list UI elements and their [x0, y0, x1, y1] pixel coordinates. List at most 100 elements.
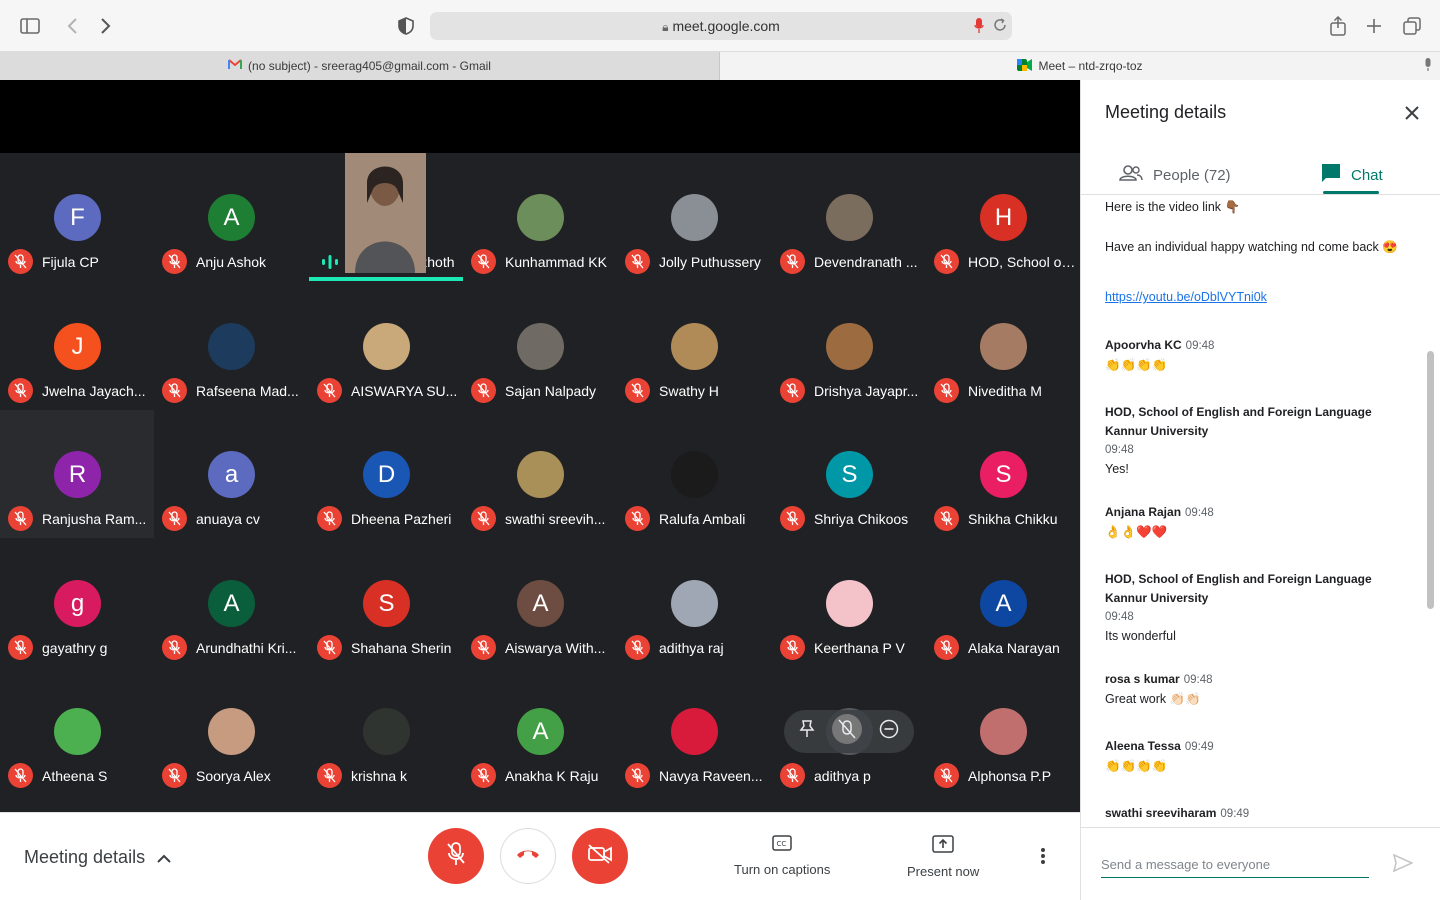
tab-overview-icon[interactable] — [1398, 12, 1426, 40]
participant-tile[interactable]: Drishya Jayapr... — [772, 282, 926, 410]
mic-off-icon — [471, 763, 496, 788]
mic-off-icon — [162, 506, 187, 531]
tab-gmail[interactable]: (no subject) - sreerag405@gmail.com - Gm… — [0, 52, 720, 80]
mic-off-icon — [934, 378, 959, 403]
participant-tile[interactable]: Jolly Puthussery — [617, 153, 771, 281]
participant-tile[interactable]: Alphonsa P.P — [926, 667, 1080, 795]
new-tab-icon[interactable] — [1360, 12, 1388, 40]
close-icon[interactable] — [1401, 102, 1423, 124]
participant-tile[interactable]: A Arundhathi Kri... — [154, 539, 308, 667]
participant-name: Dheena Pazheri — [351, 511, 452, 527]
leave-call-button[interactable] — [500, 828, 556, 884]
mic-off-icon — [317, 763, 342, 788]
participant-tile[interactable]: A Aiswarya With... — [463, 539, 617, 667]
participant-tile[interactable]: S Shikha Chikku — [926, 410, 1080, 538]
participant-tile[interactable]: Niveditha M — [926, 282, 1080, 410]
camera-toggle-button[interactable] — [572, 828, 628, 884]
participant-tile[interactable]: Ralufa Ambali — [617, 410, 771, 538]
mic-off-icon — [317, 506, 342, 531]
pin-icon[interactable] — [799, 720, 815, 743]
share-icon[interactable] — [1324, 12, 1352, 40]
participant-tile[interactable]: A Anju Ashok — [154, 153, 308, 281]
tab-meet[interactable]: Meet – ntd-zrqo-toz — [720, 52, 1440, 80]
participant-avatar — [517, 194, 564, 241]
participant-tile[interactable]: krishna k — [309, 667, 463, 795]
mic-off-icon — [471, 249, 496, 274]
address-bar[interactable]: 🔒︎ meet.google.com — [430, 12, 1012, 40]
participant-tile[interactable]: Keerthana P V — [772, 539, 926, 667]
forward-icon[interactable] — [92, 12, 120, 40]
mute-participant-icon[interactable] — [831, 714, 862, 749]
tab-chat-label: Chat — [1351, 166, 1383, 184]
participant-name: Swathy H — [659, 383, 719, 399]
participant-tile[interactable]: Devendranath ... — [772, 153, 926, 281]
reload-icon[interactable] — [993, 18, 1007, 37]
participant-tile[interactable]: adithya raj — [617, 539, 771, 667]
participant-name: Alphonsa P.P — [968, 768, 1052, 784]
participant-avatar — [208, 323, 255, 370]
meeting-details-toggle[interactable]: Meeting details — [24, 847, 171, 868]
participant-avatar: A — [208, 194, 255, 241]
meeting-details-label: Meeting details — [24, 847, 146, 867]
participant-tile[interactable]: AISWARYA SU... — [309, 282, 463, 410]
participant-tile[interactable]: Atheena S — [0, 667, 154, 795]
participant-tile[interactable]: A Anakha K Raju — [463, 667, 617, 795]
participant-name: Anju Ashok — [196, 254, 267, 270]
chat-scrollbar[interactable] — [1427, 351, 1434, 609]
participant-tile[interactable]: swathi sreevih... — [463, 410, 617, 538]
participant-name: Rafseena Mad... — [196, 383, 299, 399]
participant-tile[interactable]: S Shahana Sherin — [309, 539, 463, 667]
participant-tile[interactable]: R Ranjusha Ram... — [0, 410, 154, 538]
tab-people[interactable]: People (72) — [1119, 156, 1231, 194]
mic-off-icon — [8, 249, 33, 274]
url-value: meet.google.com — [672, 18, 780, 34]
url-text: 🔒︎ meet.google.com — [430, 18, 1012, 35]
participant-tile[interactable]: Rafseena Mad... — [154, 282, 308, 410]
tab-chat[interactable]: Chat — [1321, 156, 1383, 194]
sidebar-toggle-icon[interactable] — [16, 12, 44, 40]
shield-icon[interactable] — [392, 12, 420, 40]
mic-off-icon — [317, 378, 342, 403]
participant-tile[interactable]: Sajan Nalpady — [463, 282, 617, 410]
participant-avatar — [363, 708, 410, 755]
captions-button[interactable]: CC Turn on captions — [734, 835, 830, 877]
audio-level-icon — [317, 249, 342, 274]
participant-name: Shriya Chikoos — [814, 511, 909, 527]
participant-tile[interactable]: A Alaka Narayan — [926, 539, 1080, 667]
mic-recording-icon[interactable] — [974, 18, 984, 39]
participant-avatar: A — [517, 580, 564, 627]
participant-tile[interactable]: S Shriya Chikoos — [772, 410, 926, 538]
message-sender: Anjana Rajan — [1105, 505, 1182, 519]
participant-tile[interactable]: H HOD, School of... — [926, 153, 1080, 281]
participant-tile[interactable]: Swathy H — [617, 282, 771, 410]
participant-name: Jwelna Jayach... — [42, 383, 146, 399]
participant-tile[interactable]: J Jwelna Jayach... — [0, 282, 154, 410]
participant-tile[interactable]: a anuaya cv — [154, 410, 308, 538]
mic-off-icon — [471, 506, 496, 531]
remove-participant-icon[interactable] — [879, 719, 899, 744]
mic-off-icon — [780, 763, 805, 788]
participant-tile[interactable]: D Dheena Pazheri — [309, 410, 463, 538]
chat-messages[interactable]: Here is the video link 👇🏾 Have an indivi… — [1081, 195, 1440, 827]
mic-off-icon — [780, 506, 805, 531]
participant-tile[interactable]: Soorya Alex — [154, 667, 308, 795]
back-icon[interactable] — [58, 12, 86, 40]
participant-tile[interactable]: F Fijula CP — [0, 153, 154, 281]
participant-tile[interactable]: Navya Raveen... — [617, 667, 771, 795]
active-speaker-indicator — [309, 277, 463, 281]
participant-name: anuaya cv — [196, 511, 260, 527]
chat-message-input[interactable] — [1101, 852, 1369, 878]
more-options-icon[interactable] — [1040, 847, 1046, 870]
message-time: 09:48 — [1105, 611, 1134, 623]
send-icon[interactable] — [1392, 853, 1414, 877]
participant-name: krishna k — [351, 768, 408, 784]
present-now-button[interactable]: Present now — [907, 835, 979, 879]
active-speaker-video[interactable] — [345, 153, 426, 273]
mic-off-icon — [625, 763, 650, 788]
video-link[interactable]: https://youtu.be/oDblVYTni0k — [1105, 288, 1405, 307]
message-text: 👏👏👏👏 — [1105, 759, 1168, 773]
participant-tile[interactable]: Kunhammad KK — [463, 153, 617, 281]
mic-off-icon — [780, 378, 805, 403]
participant-tile[interactable]: g gayathry g — [0, 539, 154, 667]
mic-toggle-button[interactable] — [428, 828, 484, 884]
